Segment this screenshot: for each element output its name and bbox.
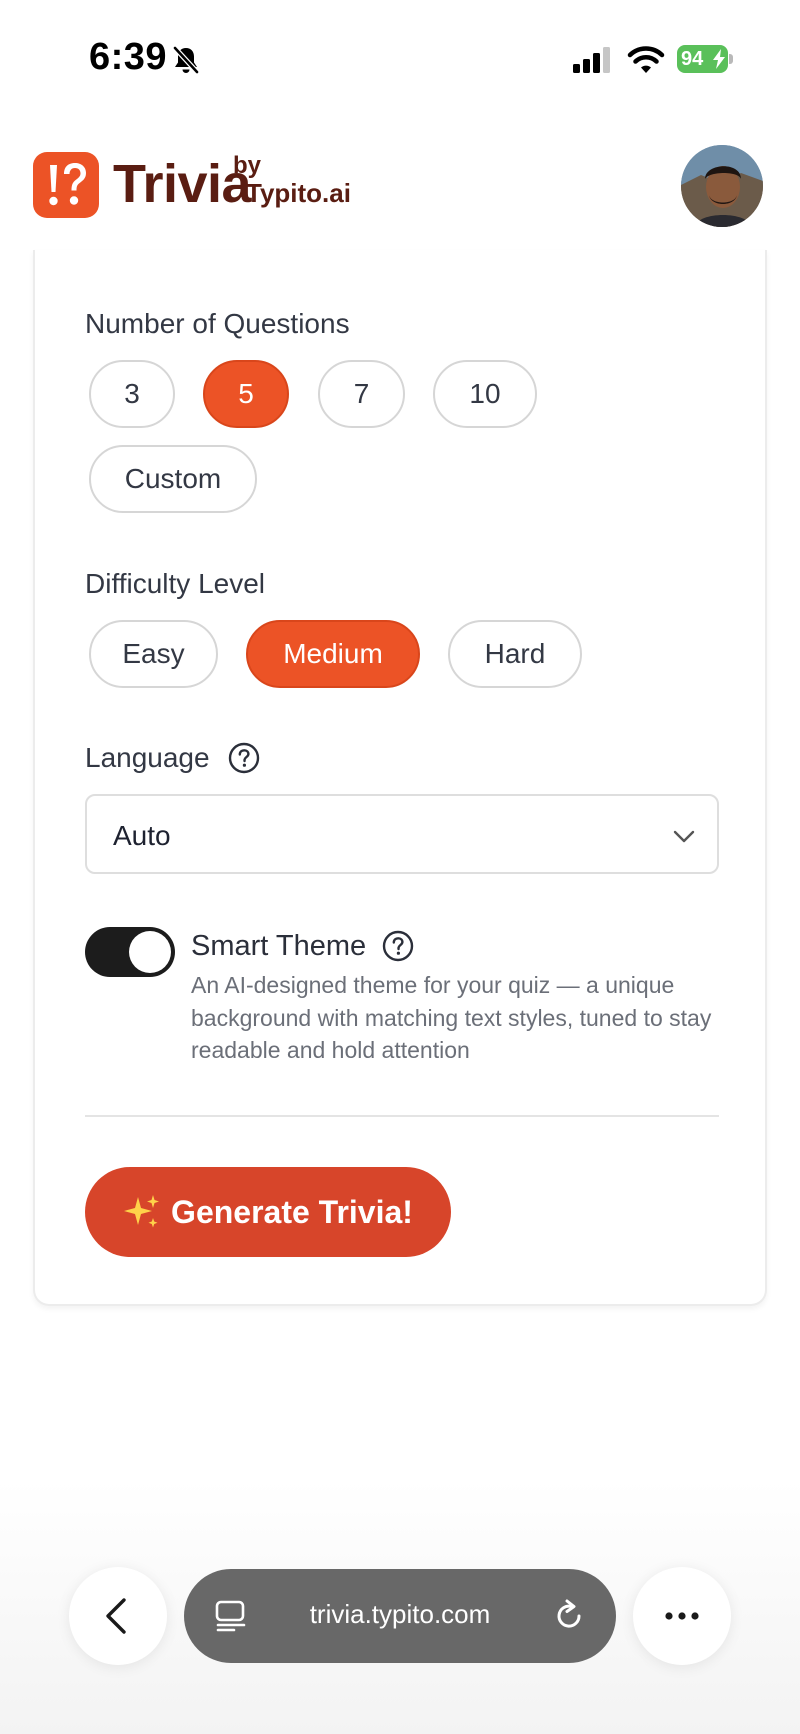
smart-theme-description: An AI-designed theme for your quiz — a u… xyxy=(191,972,712,1063)
smart-theme-help-icon[interactable] xyxy=(382,930,414,962)
questions-option-5[interactable]: 5 xyxy=(203,360,289,428)
brand-by: by xyxy=(233,152,262,179)
questions-option-7[interactable]: 7 xyxy=(318,360,405,428)
user-avatar-image xyxy=(681,145,763,227)
questions-option-custom[interactable]: Custom xyxy=(89,445,257,513)
toggle-knob xyxy=(129,931,171,973)
charging-bolt-icon xyxy=(713,49,725,69)
app-title: Trivia xyxy=(113,154,252,214)
battery-indicator: 94 xyxy=(677,45,733,73)
battery-tip xyxy=(729,54,733,64)
logo-icon[interactable] xyxy=(33,152,99,218)
language-label: Language xyxy=(85,742,210,773)
avatar[interactable] xyxy=(681,145,763,227)
sparkles-icon xyxy=(124,1195,160,1228)
reload-icon[interactable] xyxy=(552,1599,586,1633)
smart-theme-title: Smart Theme xyxy=(191,930,367,962)
difficulty-option-medium[interactable]: Medium xyxy=(246,620,420,688)
language-help-icon[interactable] xyxy=(228,742,260,774)
smart-theme-toggle[interactable] xyxy=(85,927,175,977)
more-dots-icon xyxy=(665,1612,699,1620)
questions-label: Number of Questions xyxy=(85,308,350,339)
questions-option-3[interactable]: 3 xyxy=(89,360,175,428)
language-select[interactable]: Auto xyxy=(85,794,719,874)
settings-card: Number of Questions 3 5 7 10 Custom Diff… xyxy=(33,250,767,1306)
status-time: 6:39 xyxy=(89,36,168,78)
back-chevron-icon xyxy=(106,1598,126,1634)
generate-trivia-label: Generate Trivia! xyxy=(171,1193,413,1230)
chevron-down-icon xyxy=(673,830,695,843)
divider xyxy=(85,1115,719,1117)
generate-trivia-button[interactable]: Generate Trivia! xyxy=(85,1167,451,1257)
difficulty-option-hard[interactable]: Hard xyxy=(448,620,582,688)
bell-slash-icon xyxy=(173,46,199,74)
back-button[interactable] xyxy=(69,1567,167,1665)
address-bar[interactable]: trivia.typito.com xyxy=(184,1569,616,1663)
language-select-value: Auto xyxy=(113,820,171,851)
brand-name: Typito.ai xyxy=(246,178,351,208)
status-bar: 6:39 94 xyxy=(0,0,800,110)
difficulty-option-easy[interactable]: Easy xyxy=(89,620,218,688)
exclaim-question-icon xyxy=(49,163,86,206)
wifi-icon xyxy=(627,46,665,73)
cell-signal-icon xyxy=(573,47,610,73)
difficulty-label: Difficulty Level xyxy=(85,568,266,599)
more-button[interactable] xyxy=(633,1567,731,1665)
questions-option-10[interactable]: 10 xyxy=(433,360,537,428)
